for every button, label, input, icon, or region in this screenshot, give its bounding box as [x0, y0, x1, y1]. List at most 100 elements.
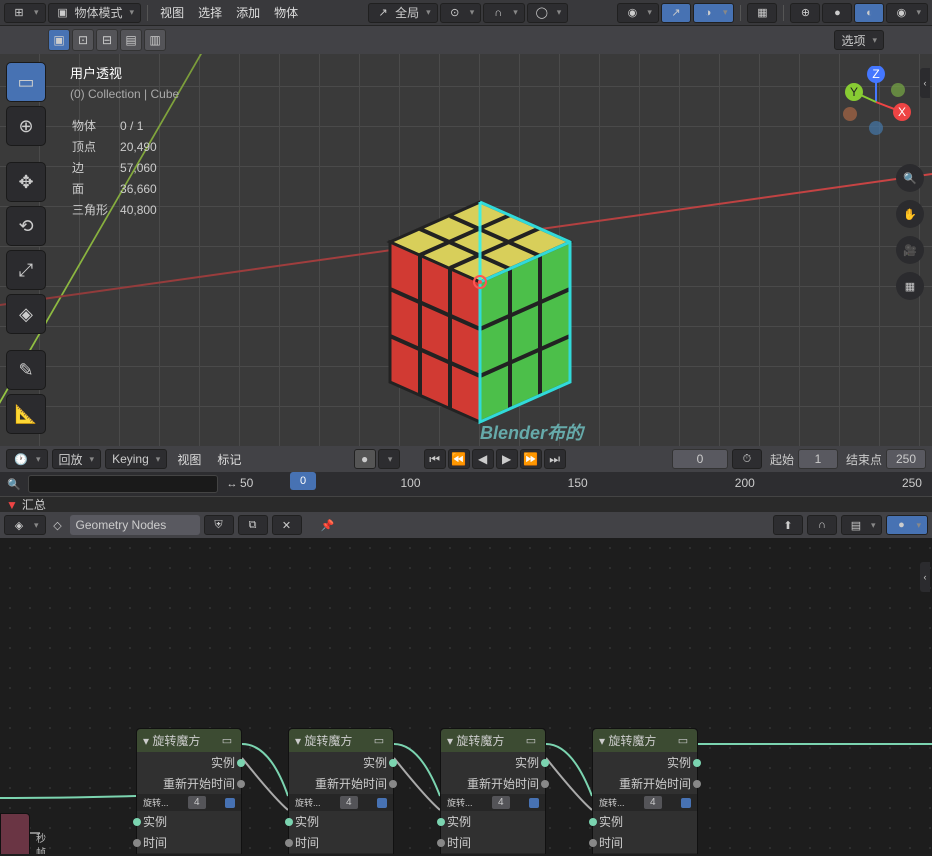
orientation-dropdown[interactable]: ↗全局 [368, 3, 438, 23]
timeline-editor-dropdown[interactable]: 🕐 [6, 449, 48, 469]
menu-view[interactable]: 视图 [154, 4, 190, 21]
timeline-header: 🕐 回放 Keying 视图 标记 ● ⏮ ⏪ ◀ ▶ ⏩ ⏭ 0 ⏱ 起始 1… [0, 446, 932, 472]
zoom-button[interactable]: 🔍 [896, 164, 924, 192]
overlay-node-button[interactable]: ▤ [841, 515, 883, 535]
geonodes-editor-dropdown[interactable]: ◈ [4, 515, 46, 535]
node-options-icon[interactable]: ▭ [371, 733, 387, 749]
jump-next-key[interactable]: ⏩ [520, 449, 542, 469]
rotate-cube-node-0[interactable]: ▾ 旋转魔方▭实例重新开始时间旋转...4实例时间选择方向0选择层次2旋转次数3… [136, 728, 242, 854]
jump-start[interactable]: ⏮ [424, 449, 446, 469]
preview-range-toggle[interactable]: ⏱ [732, 449, 762, 469]
tool-annotate[interactable]: ✎ [6, 350, 46, 390]
left-toolbar: ▭ ⊕ ✥ ⟲ ⤢ ◈ ✎ 📐 ⬚ [6, 62, 48, 446]
orientation-icon: ↗ [375, 5, 391, 21]
timeline-menu-marker[interactable]: 标记 [211, 451, 247, 468]
pan-button[interactable]: ✋ [896, 200, 924, 228]
xray-icon: ▦ [754, 5, 770, 21]
fake-user-button[interactable]: ⧉ [238, 515, 268, 535]
unlink-button[interactable]: ✕ [272, 515, 302, 535]
watermark: Blender布的 [480, 419, 583, 445]
end-frame[interactable]: 250 [886, 449, 926, 469]
xray-toggle[interactable]: ▦ [747, 3, 777, 23]
timeline-search[interactable] [28, 475, 218, 493]
timeline-menu-view[interactable]: 视图 [171, 451, 207, 468]
select-subtract[interactable]: ⊟ [96, 29, 118, 51]
options-dropdown[interactable]: 选项 [834, 30, 884, 50]
nodetree-name[interactable]: Geometry Nodes [70, 515, 200, 535]
jump-end[interactable]: ⏭ [544, 449, 566, 469]
keying-dropdown[interactable]: Keying [105, 449, 167, 469]
gizmo-toggle[interactable]: ↗ [661, 3, 691, 23]
select-extend[interactable]: ⊡ [72, 29, 94, 51]
expand-sidebar[interactable]: ‹ [920, 68, 930, 98]
select-invert[interactable]: ▤ [120, 29, 142, 51]
input-node-partial[interactable] [0, 813, 30, 854]
shading-solid[interactable]: ● [822, 3, 852, 23]
menu-object[interactable]: 物体 [268, 4, 304, 21]
perspective-button[interactable]: ▦ [896, 272, 924, 300]
tool-rotate[interactable]: ⟲ [6, 206, 46, 246]
mode-dropdown[interactable]: ▣物体模式 [48, 3, 142, 23]
nodetree-icon: ◇ [50, 517, 66, 533]
tool-transform[interactable]: ◈ [6, 294, 46, 334]
pivot-dropdown[interactable]: ⊙ [440, 3, 482, 23]
tool-scale[interactable]: ⤢ [6, 250, 46, 290]
end-label: 结束点 [846, 451, 882, 468]
menu-add[interactable]: 添加 [230, 4, 266, 21]
visibility-dropdown[interactable]: ◉ [617, 3, 659, 23]
tool-measure[interactable]: 📐 [6, 394, 46, 434]
rotate-cube-node-2[interactable]: ▾ 旋转魔方▭实例重新开始时间旋转...4实例时间选择方向0选择层次2旋转次数2… [440, 728, 546, 854]
timeline-ticks: 50100150200250 [240, 476, 922, 490]
proportional-dropdown[interactable]: ◯ [527, 3, 569, 23]
start-frame[interactable]: 1 [798, 449, 838, 469]
node-options-icon[interactable]: ▭ [523, 733, 539, 749]
autokey-dropdown[interactable] [378, 449, 400, 469]
viewport-header: ⊞ ▣物体模式 视图 选择 添加 物体 ↗全局 ⊙ ∩ ◯ ◉ ↗ ◑ ▦ ⊕ … [0, 0, 932, 26]
overlay-icon: ▤ [848, 517, 864, 533]
svg-text:Z: Z [872, 67, 879, 81]
playback-label: 回放 [59, 451, 83, 468]
autokey-toggle[interactable]: ● [354, 449, 376, 469]
tool-cursor[interactable]: ⊕ [6, 106, 46, 146]
node-editor[interactable]: ‹ 秒 帧 ▾ 旋转魔方▭实例重新开始时间旋转...4实例时间选择方向0选择层次… [0, 538, 932, 854]
overlay-dropdown[interactable]: ◑ [693, 3, 735, 23]
rotate-cube-node-1[interactable]: ▾ 旋转魔方▭实例重新开始时间旋转...4实例时间选择方向1选择层次2旋转次数2… [288, 728, 394, 854]
axis-gizmo[interactable]: Z X Y [840, 66, 912, 138]
playback-dropdown[interactable]: 回放 [52, 449, 102, 469]
sphere-icon: ● [893, 517, 909, 533]
menu-select[interactable]: 选择 [192, 4, 228, 21]
snap-node-button[interactable]: ∩ [807, 515, 837, 535]
pushpin-icon[interactable]: 📌 [320, 517, 336, 533]
tool-move[interactable]: ✥ [6, 162, 46, 202]
expand-node-sidebar[interactable]: ‹ [920, 562, 930, 592]
play-reverse[interactable]: ◀ [472, 449, 494, 469]
zoom-icon: 🔍 [902, 170, 918, 186]
shading-material[interactable]: ◐ [854, 3, 884, 23]
shading-wireframe[interactable]: ⊕ [790, 3, 820, 23]
rendered-icon: ◉ [893, 5, 909, 21]
current-frame[interactable]: 0 [672, 449, 728, 469]
jump-prev-key[interactable]: ⏪ [448, 449, 470, 469]
3d-viewport[interactable]: ▭ ⊕ ✥ ⟲ ⤢ ◈ ✎ 📐 ⬚ 用户透视 (0) Collection | … [0, 54, 932, 446]
shading-rendered[interactable]: ◉ [886, 3, 928, 23]
node-options-icon[interactable]: ▭ [219, 733, 235, 749]
editor-type-dropdown[interactable]: ⊞ [4, 3, 46, 23]
rotate-cube-node-3[interactable]: ▾ 旋转魔方▭实例重新开始时间旋转...4实例时间选择方向2选择层次1旋转次数2… [592, 728, 698, 854]
options-label: 选项 [841, 32, 865, 49]
parent-node-button[interactable]: ⬆ [773, 515, 803, 535]
snap-dropdown[interactable]: ∩ [483, 3, 525, 23]
tool-select-box[interactable]: ▭ [6, 62, 46, 102]
camera-button[interactable]: 🎥 [896, 236, 924, 264]
play-forward[interactable]: ▶ [496, 449, 518, 469]
summary-bar[interactable]: ▼汇总 [0, 496, 932, 512]
viewport-info: 用户透视 (0) Collection | Cube [70, 64, 179, 104]
swap-icon[interactable]: ↔ [224, 476, 240, 492]
node-options-icon[interactable]: ▭ [675, 733, 691, 749]
timeline-ruler[interactable]: 🔍 ↔ 0 50100150200250 [0, 472, 932, 496]
select-box[interactable]: ▣ [48, 29, 70, 51]
pin-button[interactable]: ⛨ [204, 515, 234, 535]
material-preview-button[interactable]: ● [886, 515, 928, 535]
rubiks-cube-object[interactable] [360, 154, 600, 434]
solid-icon: ● [829, 5, 845, 21]
select-intersect[interactable]: ▥ [144, 29, 166, 51]
